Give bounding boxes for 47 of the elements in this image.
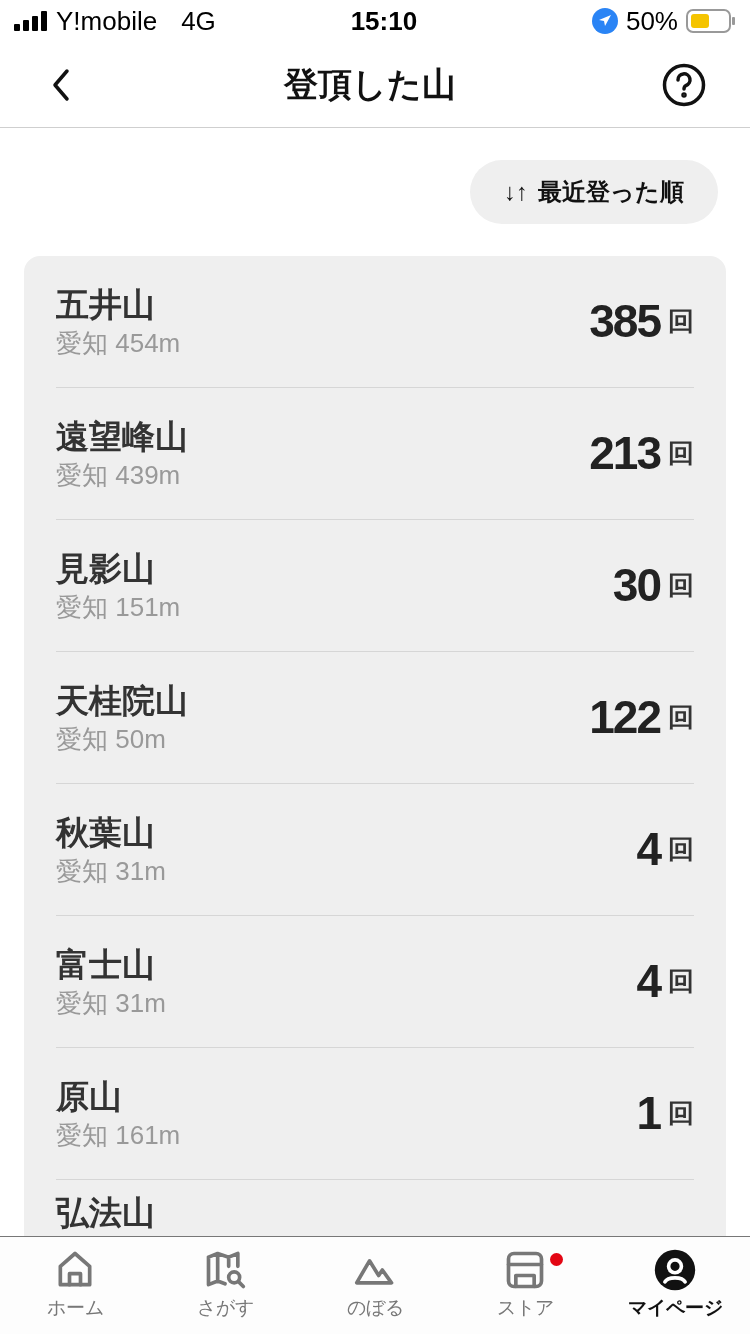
count-unit: 回 <box>668 965 694 998</box>
carrier-name: Y!mobile <box>56 4 158 38</box>
mountain-name: 天桂院山 <box>56 680 188 721</box>
mountain-name: 富士山 <box>56 944 156 985</box>
mountain-location-elevation: 愛知 161m <box>56 1118 181 1152</box>
battery-icon <box>686 9 736 33</box>
count-unit: 回 <box>668 701 694 734</box>
climb-count: 122 <box>589 690 660 745</box>
climb-count: 385 <box>589 294 660 349</box>
mountain-location-elevation: 愛知 31m <box>56 986 166 1020</box>
count-unit: 回 <box>668 437 694 470</box>
count-unit: 回 <box>668 1097 694 1130</box>
user-icon <box>653 1248 697 1293</box>
count-unit: 回 <box>668 305 694 338</box>
help-button[interactable] <box>662 62 706 107</box>
mountain-name: 見影山 <box>56 548 156 589</box>
mountain-name: 原山 <box>56 1076 123 1117</box>
tab-bar-item[interactable]: ホーム <box>0 1237 150 1334</box>
location-icon <box>591 8 618 34</box>
chevron-left-icon <box>51 67 71 102</box>
mountain-name: 遠望峰山 <box>56 416 188 457</box>
tab-bar-item[interactable]: ストア <box>450 1237 600 1334</box>
mountain-location-elevation: 愛知 151m <box>56 590 181 624</box>
tab-bar-item[interactable]: さがす <box>150 1237 300 1334</box>
sort-button[interactable]: ↓↑ 最近登った順 <box>470 160 718 224</box>
climb-count: 1 <box>636 1086 660 1141</box>
signal-icon <box>14 11 48 31</box>
mountain-name: 五井山 <box>56 284 156 325</box>
help-icon <box>662 62 706 107</box>
network-type: 4G <box>181 4 216 38</box>
count-unit: 回 <box>668 569 694 602</box>
climb-count: 4 <box>636 954 660 1009</box>
mountain-name: 弘法山 <box>56 1193 155 1233</box>
tab-bar-item[interactable]: マイページ <box>600 1237 750 1334</box>
page-title: 登頂した山 <box>284 64 456 105</box>
climb-count: 4 <box>636 822 660 877</box>
mountain-name: 秋葉山 <box>56 812 156 853</box>
battery-percent: 50% <box>625 4 678 38</box>
status-time: 15:10 <box>350 4 418 38</box>
mountain-location-elevation: 愛知 50m <box>56 722 167 756</box>
tab-bar-item[interactable]: のぼる <box>300 1237 450 1334</box>
climb-count: 30 <box>612 558 660 613</box>
climb-count: 213 <box>589 426 660 481</box>
count-unit: 回 <box>668 833 694 866</box>
mountain-location-elevation: 愛知 31m <box>56 854 166 888</box>
mountain-location-elevation: 愛知 439m <box>56 458 182 492</box>
mountain-location-elevation: 愛知 454m <box>56 326 181 360</box>
